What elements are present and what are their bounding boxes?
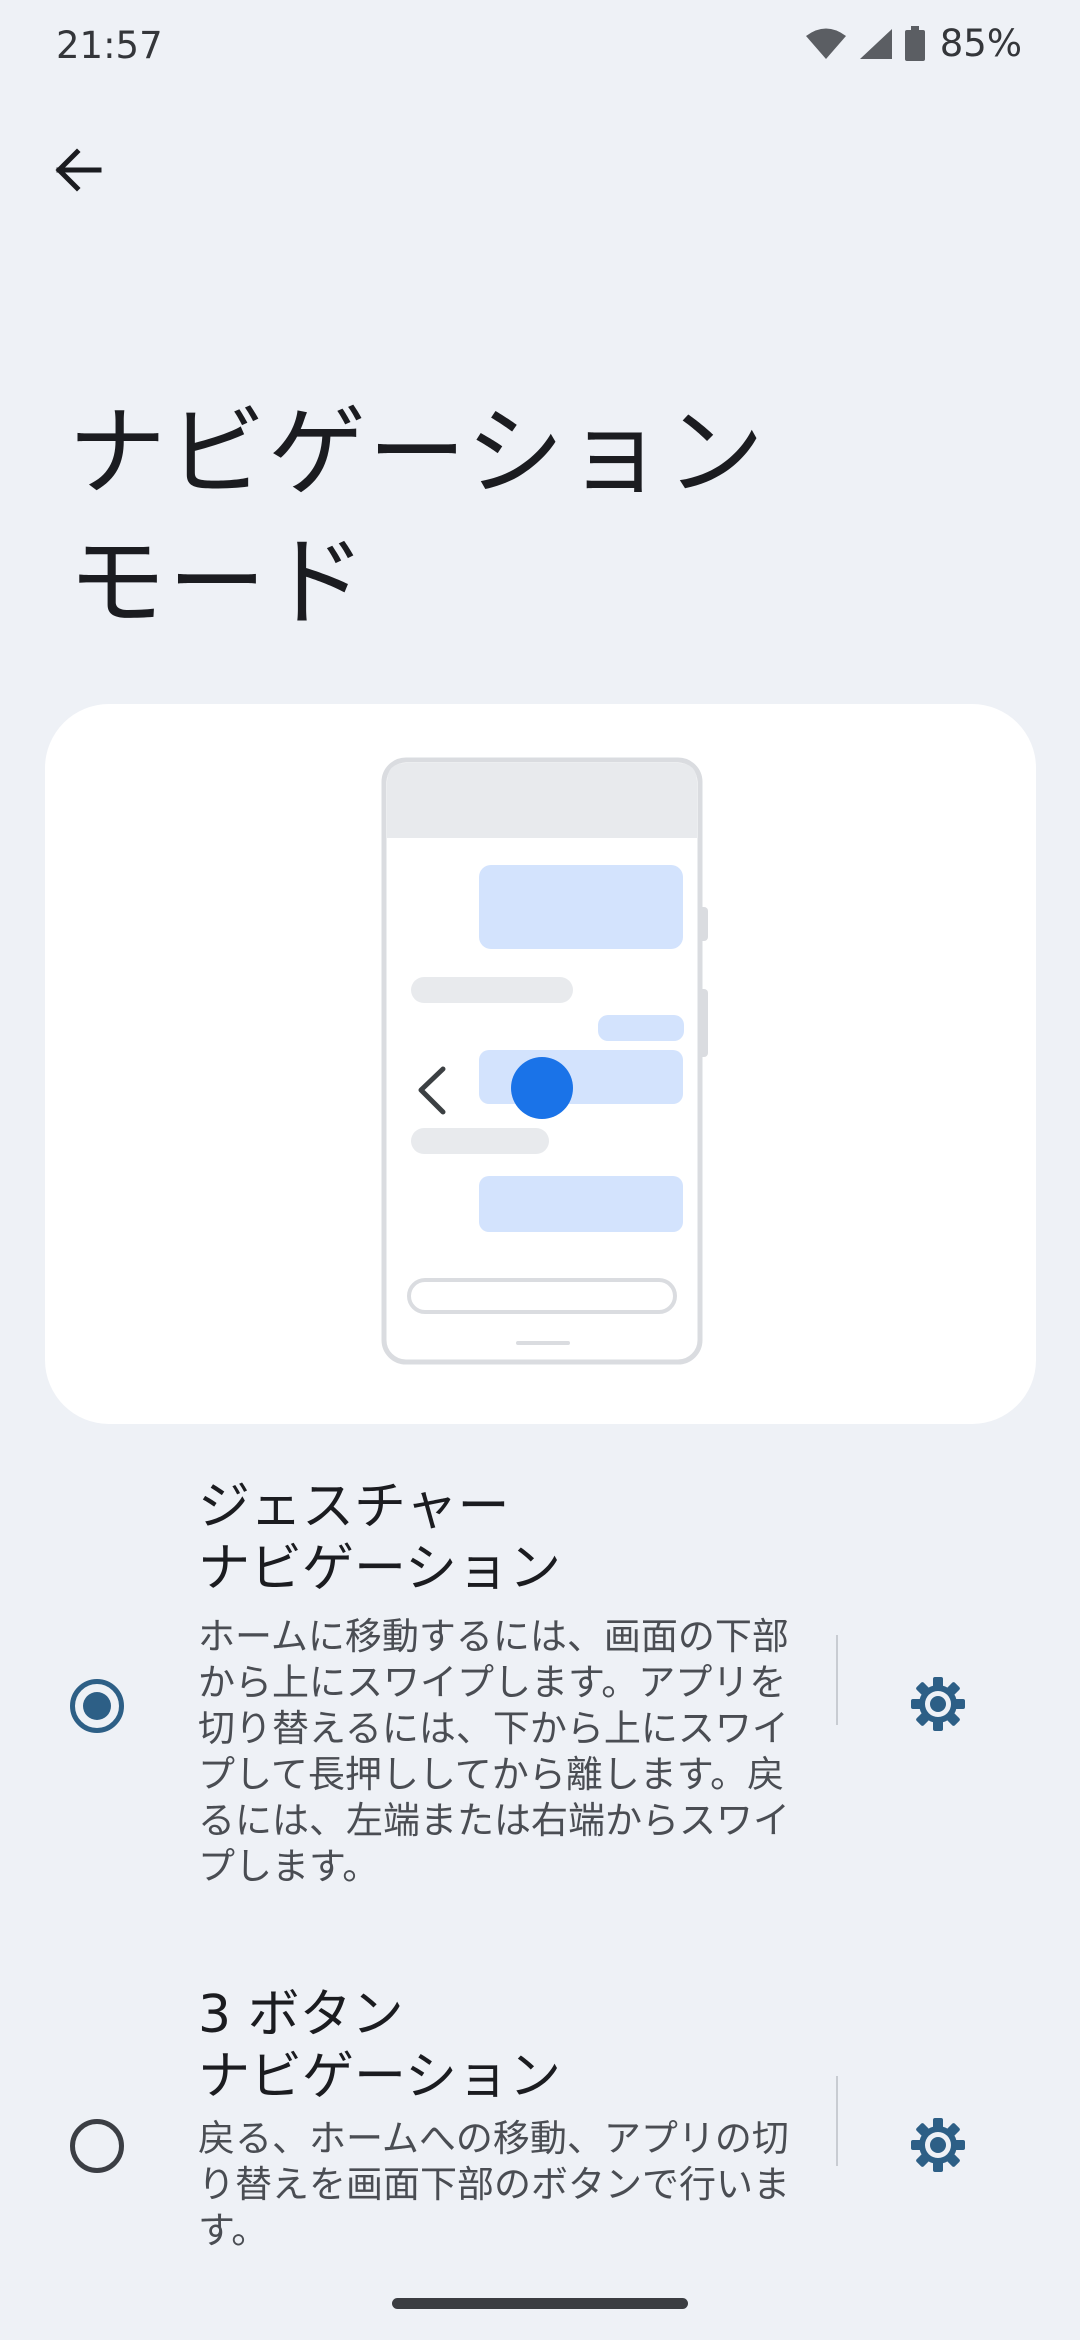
- phone-status-area: [387, 763, 697, 838]
- status-bar: 21:57 85%: [0, 0, 1080, 96]
- radio-gesture-navigation[interactable]: [70, 1679, 124, 1733]
- battery-icon: [904, 25, 926, 62]
- 3-button-settings-button[interactable]: [900, 2109, 976, 2185]
- gesture-settings-button[interactable]: [900, 1668, 976, 1744]
- chat-bubble: [598, 1015, 684, 1041]
- illustration-card: [45, 704, 1036, 1424]
- back-button[interactable]: [42, 136, 114, 208]
- gesture-handle[interactable]: [392, 2298, 688, 2309]
- gear-icon: [908, 1674, 968, 1738]
- option-gesture-navigation[interactable]: ジェスチャー ナビゲーション ホームに移動するには、画面の下部から上にスワイプし…: [0, 1470, 1080, 1910]
- chat-bubble: [479, 1050, 683, 1104]
- status-icons: 85%: [804, 22, 1022, 65]
- option-description: ホームに移動するには、画面の下部から上にスワイプします。アプリを切り替えるには、…: [198, 1615, 790, 1888]
- arrow-back-icon: [53, 148, 103, 196]
- phone-gesture-illustration: [381, 757, 708, 1365]
- page-title: ナビゲーション モード: [68, 388, 968, 648]
- wifi-icon: [804, 27, 848, 61]
- gear-icon: [908, 2115, 968, 2179]
- chat-bubble: [479, 1176, 683, 1232]
- chat-bubble: [479, 865, 683, 949]
- chat-line: [411, 1128, 549, 1154]
- page-title-text: ナビゲーション モード: [68, 396, 767, 640]
- phone-input-field: [407, 1278, 677, 1314]
- chat-line: [411, 977, 573, 1003]
- radio-3-button-navigation[interactable]: [70, 2119, 124, 2173]
- option-title: 3 ボタン ナビゲーション: [198, 1985, 561, 2107]
- battery-percent: 85%: [939, 22, 1022, 65]
- phone-home-handle: [516, 1341, 570, 1345]
- option-description: 戻る、ホームへの移動、アプリの切り替えを画面下部のボタンで行います。: [198, 2117, 790, 2252]
- touch-point: [511, 1057, 573, 1119]
- cell-signal-icon: [858, 27, 894, 61]
- option-3-button-navigation[interactable]: 3 ボタン ナビゲーション 戻る、ホームへの移動、アプリの切り替えを画面下部のボ…: [0, 1980, 1080, 2270]
- status-time: 21:57: [56, 24, 163, 67]
- divider: [836, 2076, 838, 2166]
- divider: [836, 1635, 838, 1725]
- option-title: ジェスチャー ナビゲーション: [198, 1477, 561, 1599]
